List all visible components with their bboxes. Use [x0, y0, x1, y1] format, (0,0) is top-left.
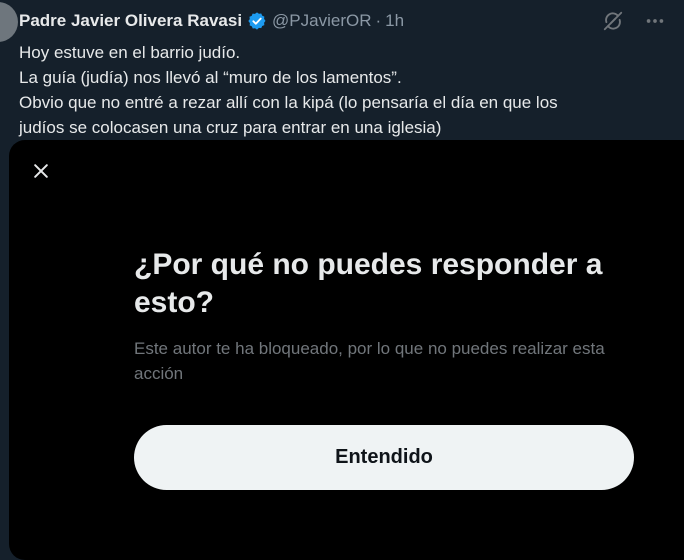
close-icon — [34, 164, 48, 178]
modal-description: Este autor te ha bloqueado, por lo que n… — [134, 339, 605, 383]
tweet-text-line: La guía (judía) nos llevó al “muro de lo… — [19, 68, 402, 87]
tweet-time[interactable]: 1h — [385, 11, 404, 31]
author-handle[interactable]: @PJavierOR — [272, 11, 371, 31]
grok-icon[interactable] — [602, 10, 624, 32]
tweet-text-line: judíos se colocasen una cruz para entrar… — [19, 118, 442, 137]
verified-badge-icon — [247, 11, 267, 31]
author-name[interactable]: Padre Javier Olivera Ravasi — [19, 11, 242, 31]
blocked-reply-modal: ¿Por qué no puedes responder a esto? Est… — [9, 140, 684, 560]
more-options-icon[interactable] — [644, 10, 666, 32]
tweet-header: Padre Javier Olivera Ravasi @PJavierOR ·… — [19, 11, 404, 31]
tweet-text-line: Obvio que no entré a rezar allí con la k… — [19, 93, 558, 112]
modal-title: ¿Por qué no puedes responder a esto? — [134, 248, 603, 319]
avatar[interactable] — [0, 2, 18, 42]
understood-button[interactable]: Entendido — [134, 425, 634, 490]
tweet-text-line: Hoy estuve en el barrio judío. — [19, 43, 241, 62]
tweet[interactable]: Padre Javier Olivera Ravasi @PJavierOR ·… — [0, 0, 684, 140]
tweet-header-actions — [602, 10, 666, 32]
close-button[interactable] — [28, 158, 54, 184]
separator-dot: · — [375, 11, 382, 30]
tweet-text: Hoy estuve en el barrio judío. La guía (… — [19, 40, 669, 140]
